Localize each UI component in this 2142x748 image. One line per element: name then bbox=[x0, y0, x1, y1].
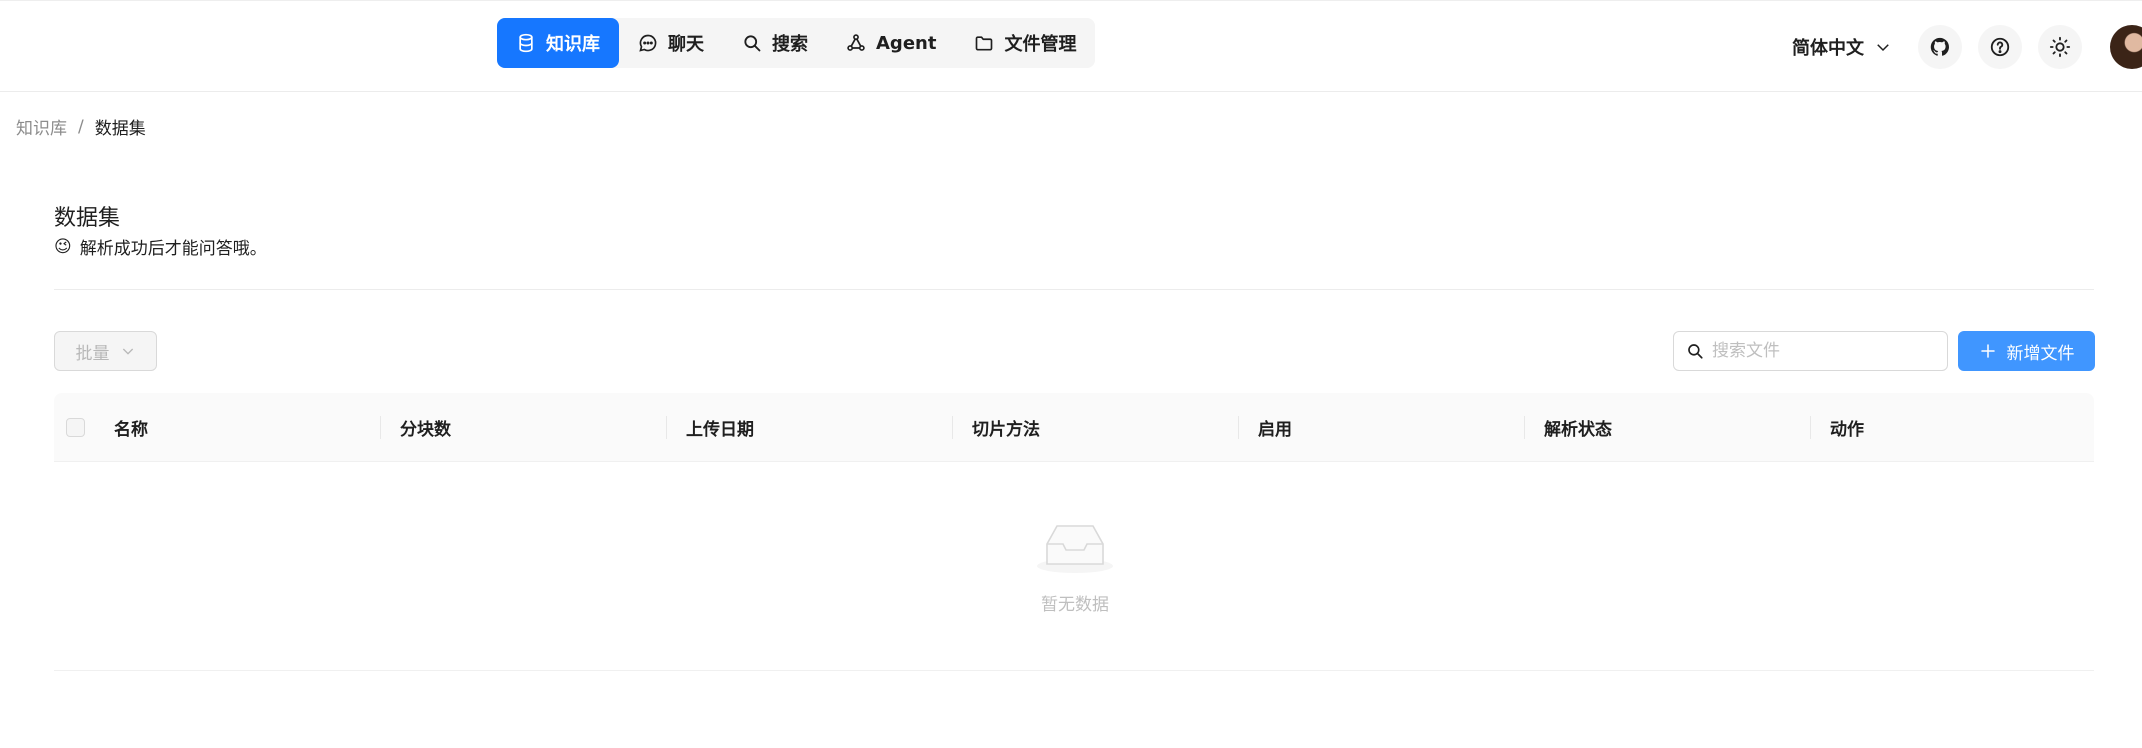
help-button[interactable] bbox=[1978, 25, 2022, 69]
batch-label: 批量 bbox=[75, 343, 110, 364]
user-avatar[interactable] bbox=[2110, 25, 2142, 69]
header-tools: 简体中文 bbox=[1792, 23, 2142, 71]
language-label: 简体中文 bbox=[1792, 38, 1864, 59]
column-separator bbox=[1238, 416, 1239, 439]
add-file-button[interactable]: 新增文件 bbox=[1958, 331, 2095, 371]
column-header-chunk-method[interactable]: 切片方法 bbox=[972, 393, 1040, 462]
page-description: 😉 解析成功后才能问答哦。 bbox=[54, 234, 267, 260]
add-file-label: 新增文件 bbox=[2006, 343, 2075, 364]
theme-toggle-button[interactable] bbox=[2038, 25, 2082, 69]
column-separator bbox=[952, 416, 953, 439]
search-icon bbox=[1688, 344, 1703, 359]
batch-dropdown-button[interactable]: 批量 bbox=[54, 331, 157, 371]
nav-label: 文件管理 bbox=[1004, 34, 1077, 55]
main-nav: 知识库 聊天 搜索 Agent 文件管理 bbox=[497, 18, 1096, 68]
breadcrumb-current: 数据集 bbox=[94, 119, 146, 139]
language-selector[interactable]: 简体中文 bbox=[1792, 34, 1892, 60]
empty-state: 暂无数据 bbox=[1030, 520, 1120, 615]
empty-inbox-icon bbox=[1037, 525, 1113, 573]
chat-bubble-icon bbox=[639, 34, 657, 52]
file-search bbox=[1673, 331, 1948, 371]
breadcrumb-separator: / bbox=[78, 116, 84, 137]
agent-graph-icon bbox=[847, 34, 865, 51]
nav-file-manager[interactable]: 文件管理 bbox=[955, 18, 1095, 68]
page-title: 数据集 bbox=[54, 206, 121, 231]
column-header-enabled[interactable]: 启用 bbox=[1258, 393, 1292, 462]
sun-icon bbox=[2049, 36, 2071, 58]
github-icon bbox=[1930, 37, 1949, 56]
top-bar: 知识库 聊天 搜索 Agent 文件管理 简体中文 bbox=[0, 0, 2142, 92]
column-header-chunks[interactable]: 分块数 bbox=[400, 393, 451, 462]
column-separator bbox=[666, 416, 667, 439]
nav-label: 聊天 bbox=[668, 34, 704, 55]
nav-label: 知识库 bbox=[546, 34, 600, 55]
chevron-down-icon bbox=[122, 348, 133, 355]
column-header-upload-date[interactable]: 上传日期 bbox=[686, 393, 754, 462]
table-header: 名称 分块数 上传日期 切片方法 启用 解析状态 动作 bbox=[54, 393, 2094, 462]
help-icon bbox=[1990, 37, 2010, 57]
nav-label: Agent bbox=[876, 32, 937, 54]
nav-agent[interactable]: Agent bbox=[827, 18, 955, 68]
column-header-parse-status[interactable]: 解析状态 bbox=[1544, 393, 1612, 462]
column-header-action: 动作 bbox=[1830, 420, 1864, 440]
chevron-down-icon bbox=[1877, 44, 1889, 52]
nav-chat[interactable]: 聊天 bbox=[619, 18, 723, 68]
select-all-checkbox[interactable] bbox=[66, 418, 85, 437]
column-separator bbox=[1810, 416, 1811, 439]
search-icon bbox=[744, 35, 761, 52]
section-divider bbox=[54, 289, 2094, 290]
plus-icon bbox=[1980, 344, 1995, 358]
column-separator bbox=[1524, 416, 1525, 439]
table-bottom-border bbox=[54, 670, 2094, 671]
column-header-name[interactable]: 名称 bbox=[114, 393, 148, 462]
description-text: 解析成功后才能问答哦。 bbox=[79, 239, 267, 259]
folder-icon bbox=[976, 36, 993, 51]
breadcrumb: 知识库 / 数据集 bbox=[16, 114, 146, 140]
column-separator bbox=[380, 416, 381, 439]
wink-emoji-icon: 😉 bbox=[54, 236, 72, 257]
github-button[interactable] bbox=[1918, 25, 1962, 69]
empty-text: 暂无数据 bbox=[1041, 595, 1109, 615]
search-input[interactable] bbox=[1712, 341, 1932, 361]
breadcrumb-root-link[interactable]: 知识库 bbox=[16, 114, 67, 139]
nav-label: 搜索 bbox=[772, 34, 808, 55]
database-icon bbox=[519, 33, 533, 53]
nav-knowledge-base[interactable]: 知识库 bbox=[497, 18, 619, 68]
nav-search[interactable]: 搜索 bbox=[723, 18, 827, 68]
